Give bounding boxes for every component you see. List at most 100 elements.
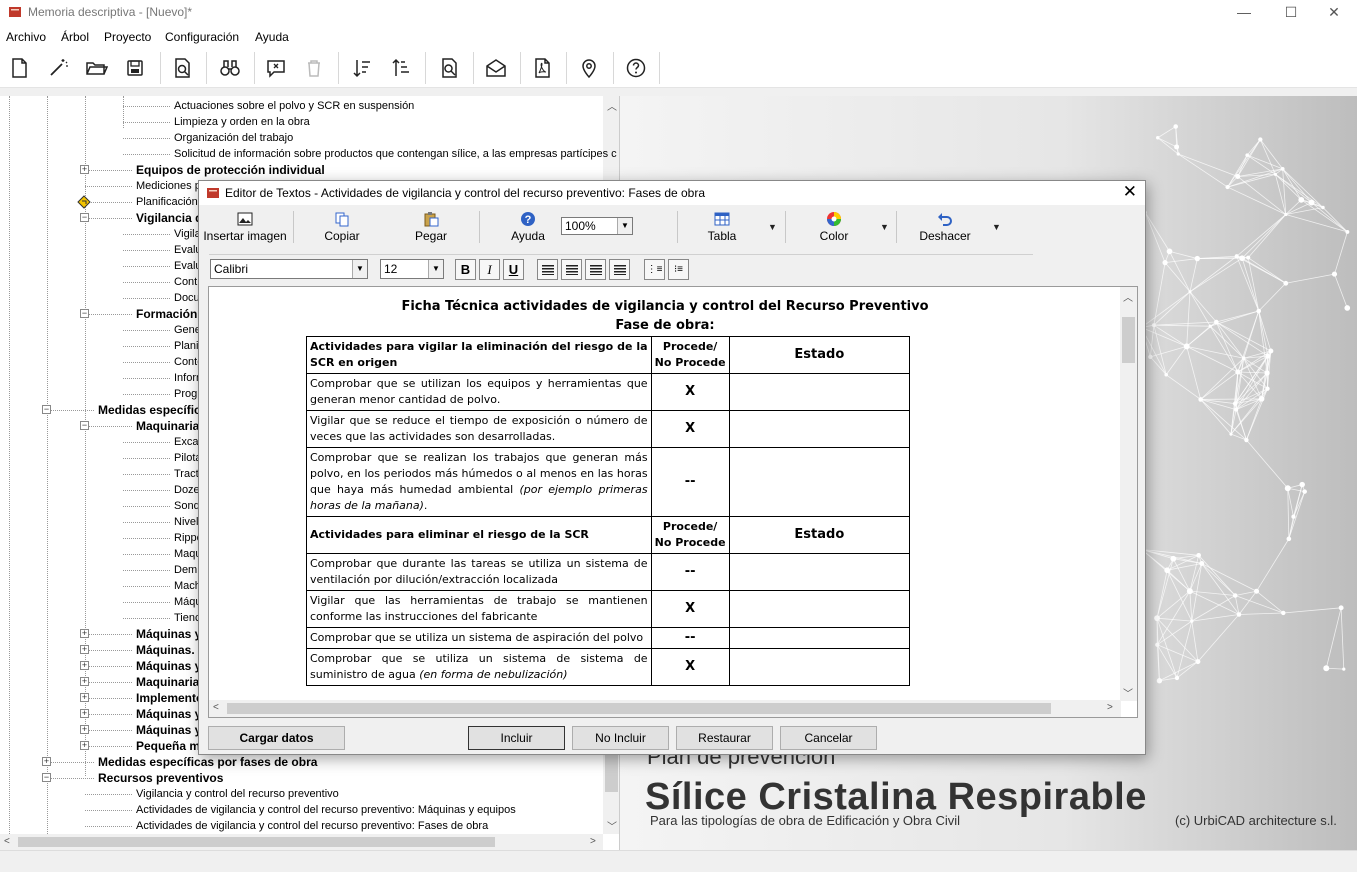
tree-item[interactable]: Máquinas y (136, 706, 201, 722)
tree-expand-icon[interactable]: + (80, 693, 89, 702)
tree-item[interactable]: Mediciones p (136, 178, 201, 194)
tree-item[interactable]: Vigila (174, 226, 201, 242)
tree-item[interactable]: Máquinas y (136, 722, 201, 738)
editor-vscroll-thumb[interactable] (1122, 317, 1135, 363)
chevron-down-icon[interactable]: ▼ (617, 218, 632, 234)
tree-item[interactable]: Vigilancia d (136, 210, 202, 226)
tree-collapse-icon[interactable]: − (80, 309, 89, 318)
table-button[interactable]: Tabla (687, 209, 757, 249)
dialog-close-button[interactable]: ✕ (1123, 183, 1137, 201)
cancel-button[interactable]: Cancelar (780, 726, 877, 750)
load-data-button[interactable]: Cargar datos (208, 726, 345, 750)
editor-horizontal-scrollbar[interactable]: < > (209, 700, 1121, 717)
tree-horizontal-scrollbar[interactable]: < > (0, 834, 603, 850)
include-button[interactable]: Incluir (468, 726, 565, 750)
tree-item[interactable]: Gene (174, 322, 201, 338)
map-pin-icon[interactable] (577, 56, 601, 80)
tree-expand-icon[interactable]: + (80, 645, 89, 654)
sort-descending-icon[interactable] (350, 56, 374, 80)
sort-ascending-icon[interactable] (389, 56, 413, 80)
rich-text-editor[interactable]: Ficha Técnica actividades de vigilancia … (208, 286, 1138, 718)
tree-item[interactable]: Actividades de vigilancia y control del … (136, 802, 516, 818)
save-icon[interactable] (123, 56, 147, 80)
tree-expand-icon[interactable]: + (80, 629, 89, 638)
scroll-down-arrow[interactable]: ﹀ (607, 818, 617, 833)
bold-button[interactable]: B (455, 259, 476, 280)
magic-wand-icon[interactable] (46, 56, 70, 80)
trash-icon[interactable] (302, 56, 326, 80)
tree-expand-icon[interactable]: + (42, 757, 51, 766)
tree-item[interactable]: Organización del trabajo (174, 130, 293, 146)
tree-item[interactable]: Inforr (174, 370, 200, 386)
tree-item[interactable]: Sond (174, 498, 200, 514)
tree-item[interactable]: Máquinas y (136, 658, 201, 674)
copy-button[interactable]: Copiar (307, 209, 377, 249)
restore-button[interactable]: Restaurar (676, 726, 773, 750)
numbered-list-button[interactable]: ⋮≡ (644, 259, 665, 280)
undo-dropdown-arrow[interactable]: ▼ (992, 222, 1001, 232)
pdf-icon[interactable] (530, 56, 554, 80)
tree-item[interactable]: Equipos de protección individual (136, 162, 325, 178)
estado-cell[interactable] (728, 553, 911, 591)
help-icon[interactable] (624, 56, 648, 80)
tree-expand-icon[interactable]: + (80, 709, 89, 718)
tree-collapse-icon[interactable]: − (80, 421, 89, 430)
underline-button[interactable]: U (503, 259, 524, 280)
editor-vertical-scrollbar[interactable]: ︿ ﹀ (1120, 287, 1137, 701)
open-folder-icon[interactable] (84, 56, 108, 80)
scroll-right-arrow[interactable]: > (590, 836, 596, 847)
menu-arbol[interactable]: Árbol (61, 30, 89, 44)
tree-item[interactable]: Contr (174, 274, 201, 290)
tree-collapse-icon[interactable]: − (42, 405, 51, 414)
align-right-button[interactable] (561, 259, 582, 280)
zoom-select[interactable]: 100% ▼ (561, 217, 633, 235)
tree-hscroll-thumb[interactable] (18, 837, 495, 847)
minimize-button[interactable]: — (1221, 0, 1267, 26)
color-button[interactable]: Color (799, 209, 869, 249)
scroll-up-arrow[interactable]: ︿ (1123, 289, 1133, 304)
chevron-down-icon[interactable]: ▼ (428, 260, 443, 278)
comment-delete-icon[interactable] (264, 56, 288, 80)
tree-item[interactable]: Recursos preventivos (98, 770, 223, 786)
estado-cell[interactable] (728, 410, 911, 448)
align-center-button[interactable] (585, 259, 606, 280)
tree-item[interactable]: Medidas específicas por fases de obra (98, 754, 317, 770)
chevron-down-icon[interactable]: ▼ (352, 260, 367, 278)
tree-item[interactable]: Tract (174, 466, 199, 482)
bullet-list-button[interactable]: ⁝≡ (668, 259, 689, 280)
align-justify-button[interactable] (609, 259, 630, 280)
tree-item[interactable]: Nivel (174, 514, 198, 530)
tree-item[interactable]: Tienc (174, 610, 201, 626)
color-dropdown-arrow[interactable]: ▼ (880, 222, 889, 232)
paste-button[interactable]: Pegar (396, 209, 466, 249)
italic-button[interactable]: I (479, 259, 500, 280)
tree-expand-icon[interactable]: + (80, 165, 89, 174)
tree-item[interactable]: Maquinaria (136, 674, 199, 690)
estado-cell[interactable] (728, 373, 911, 411)
tree-expand-icon[interactable]: + (80, 725, 89, 734)
binoculars-icon[interactable] (218, 56, 242, 80)
tree-item[interactable]: Planificación (136, 194, 198, 210)
tree-item[interactable]: Formación (136, 306, 197, 322)
tree-expand-icon[interactable]: + (80, 741, 89, 750)
scroll-down-arrow[interactable]: ﹀ (1123, 685, 1133, 700)
menu-archivo[interactable]: Archivo (6, 30, 46, 44)
help-button[interactable]: ? Ayuda (493, 209, 563, 249)
menu-proyecto[interactable]: Proyecto (104, 30, 151, 44)
maximize-button[interactable]: ☐ (1268, 0, 1314, 26)
tree-item[interactable]: Actuaciones sobre el polvo y SCR en susp… (174, 98, 414, 114)
scroll-left-arrow[interactable]: < (213, 702, 219, 713)
tree-item[interactable]: Implemento (136, 690, 203, 706)
insert-image-button[interactable]: Insertar imagen (202, 209, 288, 249)
menu-configuracion[interactable]: Configuración (165, 30, 239, 44)
font-family-select[interactable]: Calibri ▼ (210, 259, 368, 279)
tree-item[interactable]: Solicitud de información sobre productos… (174, 146, 617, 162)
open-mail-icon[interactable] (484, 56, 508, 80)
tree-vscroll-thumb[interactable] (605, 752, 618, 792)
document-search-icon[interactable] (437, 56, 461, 80)
tree-item[interactable]: Exca (174, 434, 198, 450)
estado-cell[interactable] (728, 648, 911, 686)
scroll-left-arrow[interactable]: < (4, 836, 10, 847)
tree-item[interactable]: Medidas específic (98, 402, 201, 418)
print-preview-icon[interactable] (170, 56, 194, 80)
